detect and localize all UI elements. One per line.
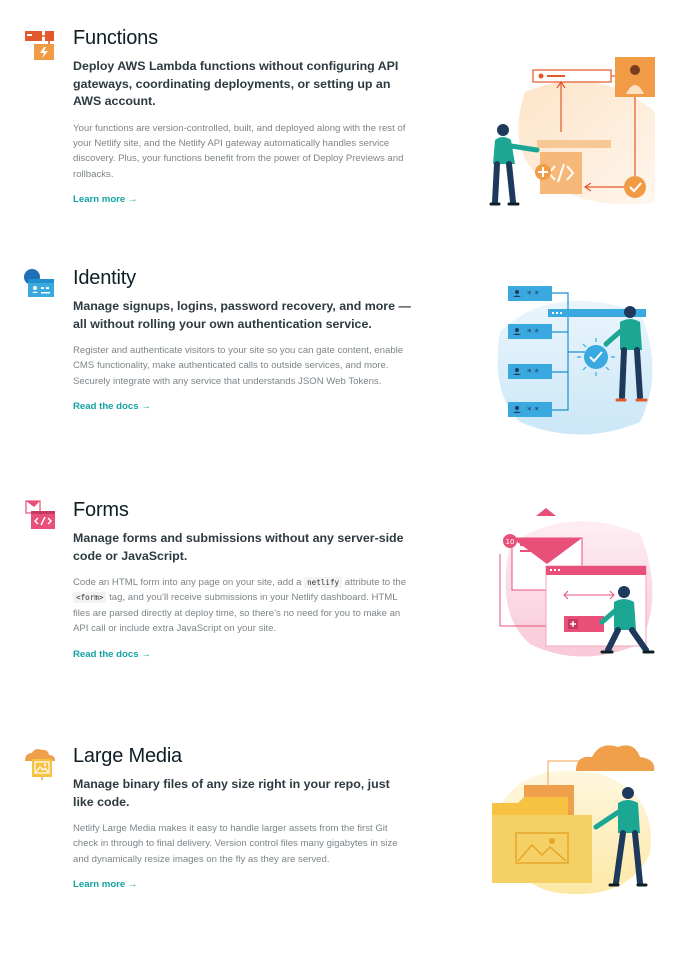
form-tag-code: <form> (73, 592, 107, 604)
feature-lede: Manage binary files of any size right in… (73, 777, 390, 809)
feature-identity: Identity Manage signups, logins, passwor… (0, 262, 700, 452)
feature-title: Functions (73, 27, 158, 49)
svg-text:* *: * * (527, 368, 539, 378)
feature-lede: Manage signups, logins, password recover… (73, 299, 411, 331)
feature-title: Identity (73, 267, 136, 289)
lambda-function-icon (22, 28, 58, 64)
learn-more-link[interactable]: Learn more → (73, 194, 138, 205)
large-media-illustration (488, 733, 660, 898)
feature-description: Netlify Large Media makes it easy to han… (73, 823, 398, 865)
functions-illustration (485, 52, 660, 212)
feature-description: Your functions are version-controlled, b… (73, 122, 406, 180)
form-code-icon (22, 497, 58, 533)
feature-description: Register and authenticate visitors to yo… (73, 345, 404, 387)
read-the-docs-link[interactable]: Read the docs → (73, 649, 151, 660)
feature-title: Large Media (73, 745, 182, 767)
feature-lede: Deploy AWS Lambda functions without conf… (73, 59, 399, 108)
identity-illustration: * * * * * * * * (490, 282, 660, 442)
read-the-docs-link[interactable]: Read the docs → (73, 401, 151, 412)
feature-large-media: Large Media Manage binary files of any s… (0, 741, 700, 931)
learn-more-link[interactable]: Learn more → (73, 879, 138, 890)
feature-functions: Functions Deploy AWS Lambda functions wi… (0, 22, 700, 222)
feature-title: Forms (73, 499, 129, 521)
netlify-attribute-code: netlify (304, 577, 343, 588)
forms-illustration: 10 (490, 504, 660, 664)
large-media-cloud-icon (22, 745, 58, 781)
notification-count: 10 (506, 538, 515, 546)
svg-text:* *: * * (527, 290, 539, 300)
identity-user-icon (22, 265, 58, 301)
feature-description: Code an HTML form into any page on your … (73, 577, 407, 635)
svg-text:* *: * * (527, 328, 539, 338)
svg-text:* *: * * (527, 406, 539, 416)
feature-lede: Manage forms and submissions without any… (73, 531, 404, 563)
feature-forms: Forms Manage forms and submissions witho… (0, 494, 700, 684)
